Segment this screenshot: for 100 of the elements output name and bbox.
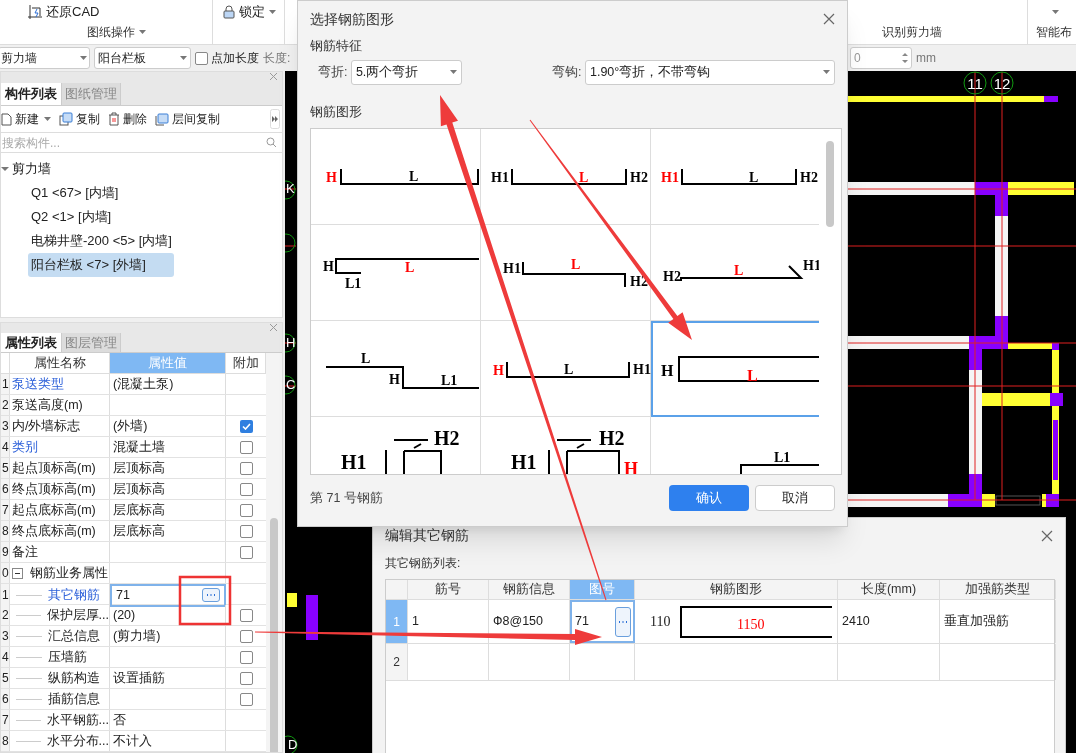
property-name: 泵送高度(m) <box>11 396 83 414</box>
hook-dropdown[interactable]: 1.90°弯折，不带弯钩 <box>585 59 835 85</box>
row-number: 6 <box>2 481 9 498</box>
checkbox[interactable] <box>239 545 253 559</box>
bend-dropdown[interactable]: 5.两个弯折 <box>350 59 463 85</box>
ellipsis-icon <box>206 594 216 597</box>
close-icon[interactable] <box>1041 530 1053 542</box>
axis-label: H <box>286 336 296 349</box>
spinner-arrows-icon <box>902 52 908 64</box>
row-number: 1 <box>2 376 9 393</box>
toolbar-button[interactable]: 层间复制 <box>155 110 220 128</box>
property-value: 不计入 <box>113 732 152 750</box>
shape-option[interactable]: H1 L H2 <box>651 129 820 225</box>
close-icon[interactable] <box>269 72 278 81</box>
checkbox[interactable] <box>239 629 253 643</box>
property-value: 层底标高 <box>113 522 165 540</box>
row-number: 8 <box>2 733 9 750</box>
confirm-button[interactable]: 确认 <box>669 485 749 511</box>
row-number: 3 <box>2 628 9 645</box>
caret-icon <box>823 70 830 74</box>
cancel-button[interactable]: 取消 <box>755 485 835 511</box>
checkbox[interactable] <box>239 692 253 706</box>
shape-option[interactable]: H1 H2 <box>311 417 481 474</box>
checkbox[interactable] <box>239 461 253 475</box>
smart-layout-menu[interactable]: 智能布 <box>1036 23 1076 41</box>
checkbox[interactable] <box>239 440 253 454</box>
property-value: 层顶标高 <box>113 480 165 498</box>
lock-button[interactable]: 锁定 <box>223 2 276 22</box>
scrollbar-thumb[interactable] <box>826 141 835 227</box>
panel-tab[interactable]: 属性列表 <box>1 332 61 352</box>
row-header[interactable]: 2 <box>386 644 408 680</box>
collapse-icon[interactable] <box>12 567 23 579</box>
close-icon[interactable] <box>823 13 835 25</box>
dimension-label: H <box>493 363 504 378</box>
checkbox[interactable] <box>239 482 253 496</box>
column-header[interactable]: 长度(mm) <box>838 580 940 599</box>
copy-icon <box>155 112 169 126</box>
row-number: 2 <box>2 607 9 624</box>
caret-icon <box>1052 10 1059 14</box>
field-label: 弯钩: <box>552 63 583 81</box>
property-name: 泵送类型 <box>11 375 64 393</box>
field-label: 弯折: <box>318 63 349 81</box>
column-header[interactable]: 加强筋类型 <box>940 580 1056 599</box>
property-name: 钢筋业务属性 <box>29 564 108 582</box>
table-cell-text: 2410 <box>842 613 870 631</box>
toolbar-button[interactable]: 复制 <box>59 110 100 128</box>
checkbox[interactable] <box>239 650 253 664</box>
property-name: 汇总信息 <box>48 627 100 645</box>
type-dropdown[interactable]: 剪力墙 <box>0 47 90 69</box>
column-header[interactable]: 钢筋图形 <box>635 580 838 599</box>
ellipsis-button[interactable] <box>202 588 220 603</box>
caret-icon <box>450 70 458 74</box>
shape-option[interactable]: H L <box>651 321 820 417</box>
wall-plan-drawing[interactable] <box>847 71 1076 507</box>
row-number: 2 <box>2 397 9 414</box>
property-name: 水平钢筋... <box>46 711 109 729</box>
search-field[interactable]: 搜索构件... <box>2 133 266 152</box>
toolbar-button[interactable]: 删除 <box>108 110 147 128</box>
ellipsis-icon <box>618 620 628 623</box>
tree-item[interactable]: Q2 <1> [内墙] <box>28 205 115 229</box>
shape-option[interactable]: H L L1 <box>311 225 481 321</box>
tree-item[interactable]: Q1 <67> [内墙] <box>28 181 122 205</box>
restore-cad-button[interactable]: 还原CAD <box>28 2 100 22</box>
panel-tab[interactable]: 构件列表 <box>1 83 61 105</box>
property-name: 插筋信息 <box>48 690 100 708</box>
property-value-field[interactable]: 71 <box>110 584 226 607</box>
tree-item[interactable]: 剪力墙 <box>12 159 51 179</box>
checkbox[interactable] <box>239 524 253 538</box>
property-name: 备注 <box>11 543 38 561</box>
ellipsis-button[interactable] <box>615 606 631 637</box>
checkbox[interactable] <box>239 671 253 685</box>
axis-label: C <box>286 378 296 391</box>
shape-option[interactable]: L H L1 <box>311 321 481 417</box>
scrollbar-thumb[interactable] <box>270 518 278 752</box>
caret-icon <box>44 117 51 121</box>
checkbox[interactable] <box>239 608 253 622</box>
property-value: 混凝土墙 <box>113 438 165 456</box>
tree-item[interactable]: 电梯井壁-200 <5> [内墙] <box>28 229 175 253</box>
dimension-label: H1 <box>341 451 367 473</box>
dimension-label: L1 <box>774 450 791 465</box>
dimension-label: L <box>734 263 744 278</box>
checkbox[interactable] <box>195 51 208 65</box>
property-value: 层顶标高 <box>113 459 165 477</box>
shape-number-field[interactable]: 71 <box>570 600 635 643</box>
expanded-arrow-icon[interactable] <box>1 165 9 173</box>
more-icon[interactable] <box>270 109 280 129</box>
dimension-label: L1 <box>441 373 458 388</box>
checkbox[interactable] <box>239 503 253 517</box>
property-name: 压墙筋 <box>48 648 87 666</box>
tree-item[interactable]: 阳台栏板 <7> [外墙] <box>28 253 174 277</box>
dimension-label: H1 <box>633 362 651 377</box>
property-value: (20) <box>113 606 136 624</box>
component-dropdown[interactable]: 阳台栏板 <box>94 47 191 69</box>
column-header[interactable]: 筋号 <box>408 580 489 599</box>
drawing-operations-menu[interactable]: 图纸操作 <box>86 23 146 41</box>
new-document-icon <box>1 112 12 126</box>
close-icon[interactable] <box>269 323 278 332</box>
row-number: 7 <box>2 712 9 729</box>
toolbar-button[interactable]: 新建 <box>1 110 51 128</box>
checkbox[interactable] <box>239 419 253 433</box>
